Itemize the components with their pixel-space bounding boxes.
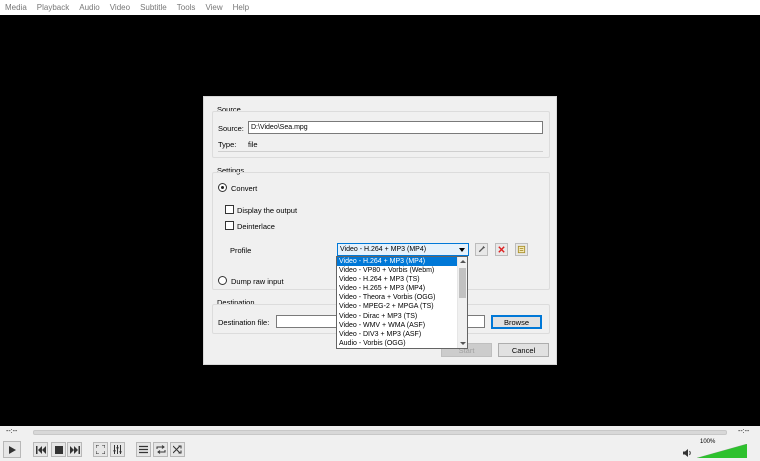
playlist-icon bbox=[139, 445, 148, 454]
shuffle-button[interactable] bbox=[170, 442, 185, 457]
close-icon bbox=[498, 246, 505, 253]
loop-icon bbox=[156, 445, 165, 454]
speaker-icon[interactable] bbox=[683, 449, 692, 457]
profile-option[interactable]: Video - Theora + Vorbis (OGG) bbox=[337, 293, 457, 302]
next-button[interactable] bbox=[67, 442, 82, 457]
extended-settings-button[interactable] bbox=[110, 442, 125, 457]
fullscreen-button[interactable] bbox=[93, 442, 108, 457]
menu-audio[interactable]: Audio bbox=[79, 3, 99, 12]
dump-raw-label: Dump raw input bbox=[231, 277, 284, 286]
convert-radio[interactable] bbox=[218, 183, 227, 192]
type-value: file bbox=[248, 140, 258, 149]
menu-playback[interactable]: Playback bbox=[37, 3, 69, 12]
shuffle-icon bbox=[172, 445, 181, 454]
profile-option[interactable]: Video - H.264 + MP3 (TS) bbox=[337, 275, 457, 284]
menu-help[interactable]: Help bbox=[233, 3, 249, 12]
menu-video[interactable]: Video bbox=[110, 3, 130, 12]
menu-view[interactable]: View bbox=[205, 3, 222, 12]
menu-bar: Media Playback Audio Video Subtitle Tool… bbox=[0, 0, 760, 15]
scroll-thumb[interactable] bbox=[459, 268, 466, 298]
destination-file-label: Destination file: bbox=[218, 318, 270, 327]
menu-tools[interactable]: Tools bbox=[177, 3, 196, 12]
play-button[interactable] bbox=[3, 441, 21, 458]
stop-icon bbox=[54, 445, 63, 454]
menu-subtitle[interactable]: Subtitle bbox=[140, 3, 167, 12]
play-icon bbox=[9, 445, 16, 454]
volume-slider[interactable] bbox=[697, 444, 747, 458]
chevron-down-icon bbox=[459, 248, 465, 252]
browse-button[interactable]: Browse bbox=[491, 315, 542, 329]
source-label: Source: bbox=[218, 124, 244, 133]
deinterlace-label: Deinterlace bbox=[237, 222, 275, 231]
seek-row: --:-- --:-- bbox=[0, 426, 760, 438]
remaining-time: --:-- bbox=[738, 428, 750, 435]
cancel-button[interactable]: Cancel bbox=[498, 343, 549, 357]
deinterlace-checkbox[interactable] bbox=[225, 221, 234, 230]
profile-option[interactable]: Video - WMV + WMA (ASF) bbox=[337, 321, 457, 330]
wrench-icon bbox=[478, 245, 486, 253]
elapsed-time: --:-- bbox=[6, 428, 18, 435]
stop-button[interactable] bbox=[51, 442, 66, 457]
profile-option[interactable]: Video - H.264 + MP3 (MP4) bbox=[337, 257, 457, 267]
display-output-label: Display the output bbox=[237, 206, 298, 215]
profile-option[interactable]: Audio - Vorbis (OGG) bbox=[337, 339, 457, 348]
profile-option[interactable]: Video - VP80 + Vorbis (Webm) bbox=[337, 266, 457, 275]
skip-forward-icon bbox=[69, 445, 80, 454]
edit-profile-button[interactable] bbox=[475, 243, 488, 256]
new-profile-icon bbox=[517, 245, 526, 254]
fullscreen-icon bbox=[96, 445, 105, 454]
equalizer-icon bbox=[113, 445, 122, 454]
type-label: Type: bbox=[218, 140, 237, 149]
skip-back-icon bbox=[35, 445, 46, 454]
loop-button[interactable] bbox=[153, 442, 168, 457]
profile-option[interactable]: Video - Dirac + MP3 (TS) bbox=[337, 312, 457, 321]
display-output-checkbox[interactable] bbox=[225, 205, 234, 214]
profile-option[interactable]: Video - DIV3 + MP3 (ASF) bbox=[337, 330, 457, 339]
new-profile-button[interactable] bbox=[515, 243, 528, 256]
dump-raw-radio[interactable] bbox=[218, 276, 227, 285]
convert-label: Convert bbox=[231, 184, 258, 193]
previous-button[interactable] bbox=[33, 442, 48, 457]
profile-select[interactable]: Video - H.264 + MP3 (MP4) bbox=[337, 243, 469, 256]
seek-slider[interactable] bbox=[33, 430, 727, 435]
playlist-button[interactable] bbox=[136, 442, 151, 457]
source-field[interactable]: D:\Video\Sea.mpg bbox=[248, 121, 543, 134]
profile-label: Profile bbox=[230, 246, 252, 255]
delete-profile-button[interactable] bbox=[495, 243, 508, 256]
scroll-down-icon[interactable] bbox=[460, 342, 466, 345]
dropdown-scrollbar[interactable] bbox=[457, 257, 467, 348]
control-bar: 100% bbox=[0, 438, 760, 461]
profile-dropdown-list: Video - H.264 + MP3 (MP4) Video - VP80 +… bbox=[336, 256, 468, 349]
scroll-up-icon[interactable] bbox=[460, 260, 466, 263]
menu-media[interactable]: Media bbox=[5, 3, 27, 12]
profile-selected-value: Video - H.264 + MP3 (MP4) bbox=[340, 246, 427, 253]
profile-option[interactable]: Video - MPEG-2 + MPGA (TS) bbox=[337, 302, 457, 311]
source-divider bbox=[218, 151, 543, 152]
profile-option[interactable]: Video - H.265 + MP3 (MP4) bbox=[337, 284, 457, 293]
